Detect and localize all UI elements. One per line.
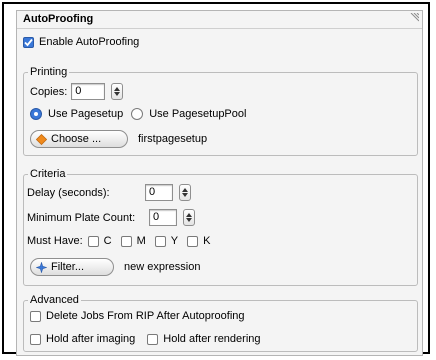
choose-row: Choose ... firstpagesetup bbox=[30, 130, 207, 148]
stepper-up-icon[interactable] bbox=[186, 212, 192, 217]
filter-row: Filter... new expression bbox=[30, 258, 200, 276]
copies-input[interactable]: 0 bbox=[71, 83, 106, 100]
enable-autoproofing-row[interactable]: Enable AutoProofing bbox=[23, 36, 139, 48]
delay-stepper[interactable] bbox=[179, 184, 191, 201]
copies-row: Copies: 0 bbox=[30, 83, 124, 100]
hold-row: Hold after imaging Hold after rendering bbox=[30, 333, 261, 345]
choose-icon bbox=[36, 133, 47, 145]
enable-autoproofing-label: Enable AutoProofing bbox=[39, 36, 140, 48]
criteria-group: Criteria Delay (seconds): 0 Minimum Plat… bbox=[23, 168, 418, 286]
criteria-legend: Criteria bbox=[28, 168, 68, 180]
delete-jobs-row[interactable]: Delete Jobs From RIP After Autoproofing bbox=[30, 310, 245, 322]
resize-corner-icon[interactable] bbox=[409, 13, 419, 23]
use-pagesetup-pool-label: Use PagesetupPool bbox=[149, 108, 247, 120]
use-pagesetup-radio[interactable] bbox=[30, 108, 42, 120]
panel-title: AutoProofing bbox=[23, 13, 94, 25]
must-have-m-label: M bbox=[136, 235, 146, 247]
window-frame: AutoProofing Enable AutoProofing Printin… bbox=[2, 2, 430, 356]
advanced-legend: Advanced bbox=[28, 294, 81, 306]
min-plate-row: Minimum Plate Count: 0 bbox=[27, 209, 195, 226]
printing-group: Printing Copies: 0 Use Pagesetup Use Pag… bbox=[23, 66, 418, 156]
delay-input[interactable]: 0 bbox=[145, 184, 173, 201]
must-have-k-checkbox[interactable] bbox=[187, 235, 199, 247]
hold-after-rendering-checkbox[interactable] bbox=[147, 333, 159, 345]
advanced-group: Advanced Delete Jobs From RIP After Auto… bbox=[23, 294, 418, 352]
must-have-row: Must Have: C M Y K bbox=[27, 235, 210, 247]
copies-stepper[interactable] bbox=[111, 83, 124, 100]
min-plate-label: Minimum Plate Count: bbox=[27, 211, 136, 224]
pagesetup-name: firstpagesetup bbox=[138, 133, 208, 145]
hold-after-rendering-label: Hold after rendering bbox=[163, 333, 261, 345]
filter-expression: new expression bbox=[124, 261, 201, 273]
filter-button[interactable]: Filter... bbox=[30, 258, 114, 276]
use-pagesetup-label: Use Pagesetup bbox=[48, 108, 124, 120]
printing-legend: Printing bbox=[28, 66, 70, 78]
min-plate-stepper[interactable] bbox=[183, 209, 195, 226]
must-have-y-checkbox[interactable] bbox=[154, 235, 166, 247]
filter-icon bbox=[36, 261, 47, 273]
delete-jobs-checkbox[interactable] bbox=[30, 310, 41, 322]
filter-button-label: Filter... bbox=[51, 261, 85, 273]
must-have-k-label: K bbox=[203, 235, 211, 247]
hold-after-imaging-label: Hold after imaging bbox=[46, 333, 136, 345]
must-have-c-checkbox[interactable] bbox=[87, 235, 99, 247]
delay-row: Delay (seconds): 0 bbox=[27, 184, 191, 201]
enable-autoproofing-checkbox[interactable] bbox=[23, 36, 34, 48]
choose-button[interactable]: Choose ... bbox=[30, 130, 128, 148]
hold-after-imaging-checkbox[interactable] bbox=[30, 333, 41, 345]
must-have-c-label: C bbox=[103, 235, 112, 247]
autoproofing-panel: AutoProofing Enable AutoProofing Printin… bbox=[16, 10, 423, 356]
stepper-up-icon[interactable] bbox=[182, 187, 188, 192]
pagesetup-radio-row: Use Pagesetup Use PagesetupPool bbox=[30, 108, 246, 120]
must-have-y-label: Y bbox=[170, 235, 179, 247]
must-have-m-checkbox[interactable] bbox=[120, 235, 132, 247]
stepper-down-icon[interactable] bbox=[186, 218, 192, 223]
panel-header: AutoProofing bbox=[17, 11, 422, 29]
choose-button-label: Choose ... bbox=[51, 133, 102, 145]
checkmark-icon bbox=[24, 38, 33, 46]
stepper-down-icon[interactable] bbox=[182, 193, 188, 198]
must-have-label: Must Have: bbox=[27, 235, 83, 247]
delay-label: Delay (seconds): bbox=[27, 186, 110, 199]
min-plate-input[interactable]: 0 bbox=[149, 209, 177, 226]
use-pagesetup-pool-radio[interactable] bbox=[131, 108, 144, 120]
stepper-up-icon[interactable] bbox=[114, 86, 121, 91]
stepper-down-icon[interactable] bbox=[114, 92, 121, 97]
delete-jobs-label: Delete Jobs From RIP After Autoproofing bbox=[46, 310, 245, 322]
copies-label: Copies: bbox=[30, 85, 68, 98]
